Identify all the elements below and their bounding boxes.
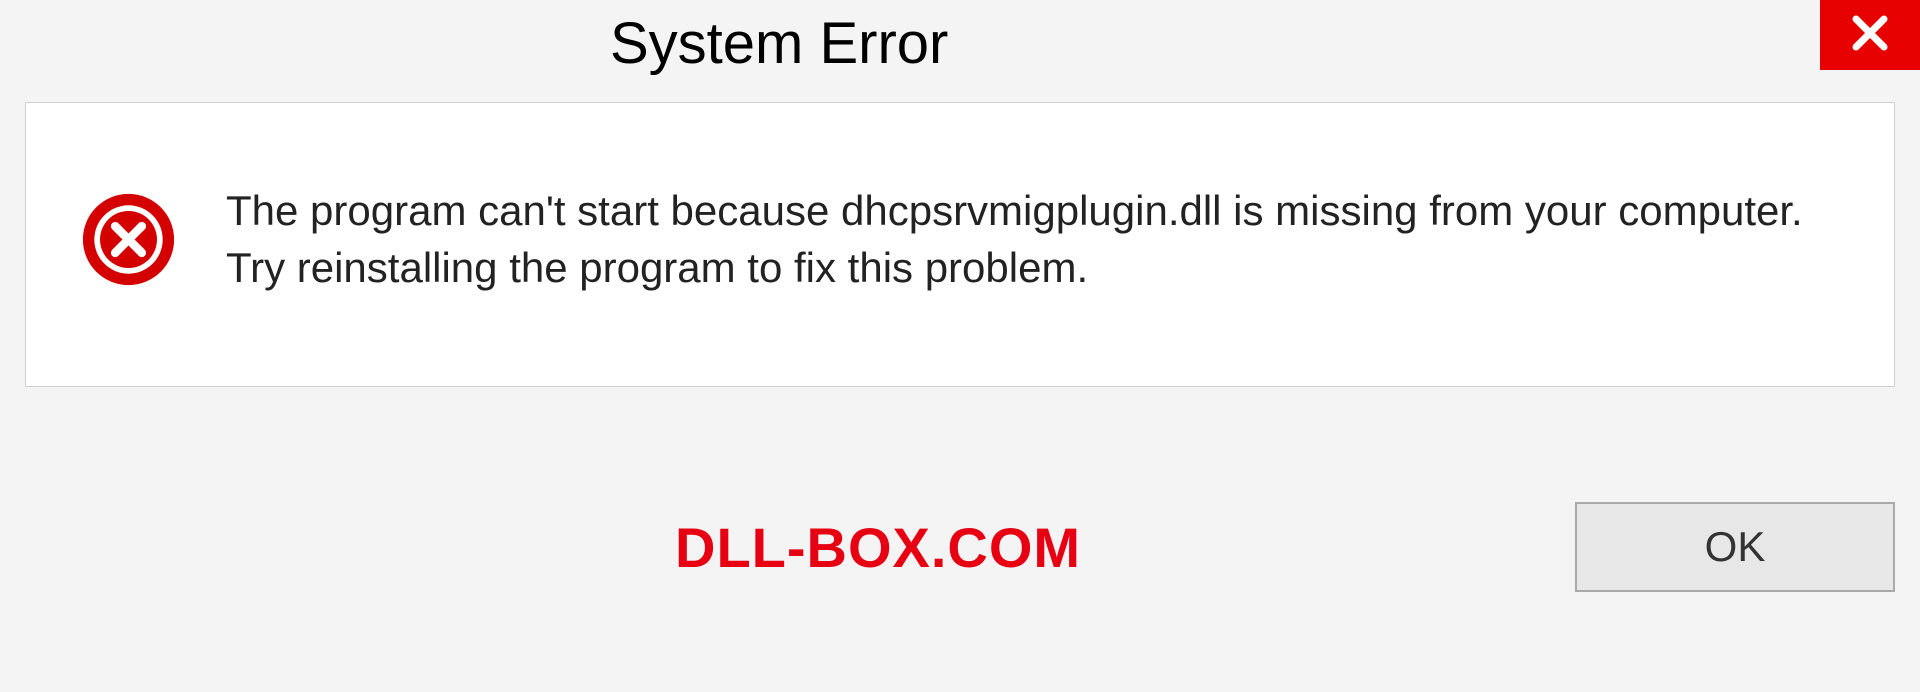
- close-button[interactable]: [1820, 0, 1920, 70]
- dialog-title: System Error: [610, 10, 948, 77]
- watermark-text: DLL-BOX.COM: [675, 515, 1081, 580]
- title-bar: System Error: [0, 0, 1920, 77]
- system-error-dialog: System Error The program can't start bec…: [0, 0, 1920, 692]
- error-message: The program can't start because dhcpsrvm…: [226, 183, 1834, 296]
- ok-button[interactable]: OK: [1575, 502, 1895, 592]
- close-icon: [1846, 9, 1894, 62]
- content-panel: The program can't start because dhcpsrvm…: [25, 102, 1895, 387]
- ok-button-label: OK: [1705, 523, 1766, 571]
- error-icon: [81, 192, 176, 287]
- footer: DLL-BOX.COM OK: [0, 387, 1920, 692]
